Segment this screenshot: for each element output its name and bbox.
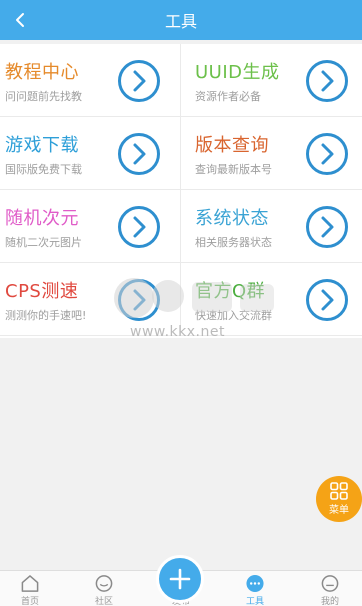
tab-label: 首页 — [20, 597, 39, 606]
tool-subtitle: 相关服务器状态 — [195, 236, 272, 249]
tools-icon — [246, 574, 264, 593]
chevron-right-circle-icon[interactable] — [117, 205, 161, 249]
tool-random-anime[interactable]: 随机次元 随机二次元图片 — [0, 190, 181, 263]
tab-community[interactable]: 社区 — [74, 574, 134, 606]
menu-fab-button[interactable]: 菜单 — [316, 476, 362, 522]
tab-tools[interactable]: 工具 — [225, 574, 285, 606]
tools-grid: 教程中心 问问题前先找教 UUID生成 资源作者必备 游戏下载 国际版免费下载 … — [0, 44, 362, 338]
tool-title: UUID生成 — [195, 62, 280, 83]
back-button[interactable] — [6, 6, 34, 34]
profile-icon — [321, 575, 339, 592]
tool-title: 游戏下载 — [5, 135, 79, 156]
chevron-right-circle-icon[interactable] — [117, 59, 161, 103]
chevron-right-circle-icon[interactable] — [305, 132, 349, 176]
plus-icon — [169, 568, 191, 590]
top-app-bar: 工具 — [0, 0, 362, 40]
chevron-right-circle-icon[interactable] — [305, 278, 349, 322]
tool-title: 系统状态 — [195, 208, 269, 229]
chat-icon — [95, 575, 113, 592]
add-post-button[interactable] — [156, 555, 204, 603]
page-title: 工具 — [164, 12, 197, 31]
tool-official-qq-group[interactable]: 官方Q群 快速加入交流群 — [181, 263, 362, 336]
tool-title: 官方Q群 — [195, 281, 266, 302]
chevron-right-circle-icon[interactable] — [305, 205, 349, 249]
tab-label: 社区 — [94, 597, 113, 606]
tool-subtitle: 快速加入交流群 — [195, 309, 272, 322]
tool-title: 版本查询 — [195, 135, 269, 156]
tool-subtitle: 测测你的手速吧! — [5, 309, 87, 322]
tool-game-download[interactable]: 游戏下载 国际版免费下载 — [0, 117, 181, 190]
chevron-right-circle-icon[interactable] — [117, 278, 161, 322]
tool-subtitle: 随机二次元图片 — [5, 236, 82, 249]
tab-home[interactable]: 首页 — [0, 574, 60, 606]
tool-cps-test[interactable]: CPS测速 测测你的手速吧! — [0, 263, 181, 336]
chevron-right-circle-icon[interactable] — [117, 132, 161, 176]
tool-subtitle: 资源作者必备 — [195, 90, 261, 103]
tool-subtitle: 国际版免费下载 — [5, 163, 82, 176]
tool-tutorial-center[interactable]: 教程中心 问问题前先找教 — [0, 44, 181, 117]
menu-fab-label: 菜单 — [329, 505, 349, 516]
tab-label: 我的 — [320, 597, 339, 606]
tool-uuid-generator[interactable]: UUID生成 资源作者必备 — [181, 44, 362, 117]
tool-subtitle: 问问题前先找教 — [5, 90, 82, 103]
tab-label: 工具 — [245, 597, 264, 606]
tab-profile[interactable]: 我的 — [300, 574, 360, 606]
tool-system-status[interactable]: 系统状态 相关服务器状态 — [181, 190, 362, 263]
tool-title: CPS测速 — [5, 281, 79, 302]
tool-subtitle: 查询最新版本号 — [195, 163, 272, 176]
grid-menu-icon — [330, 482, 348, 500]
tool-version-query[interactable]: 版本查询 查询最新版本号 — [181, 117, 362, 190]
tool-title: 教程中心 — [5, 62, 79, 83]
chevron-right-circle-icon[interactable] — [305, 59, 349, 103]
tool-title: 随机次元 — [5, 208, 79, 229]
home-icon — [21, 575, 39, 592]
chevron-left-icon — [16, 13, 24, 27]
